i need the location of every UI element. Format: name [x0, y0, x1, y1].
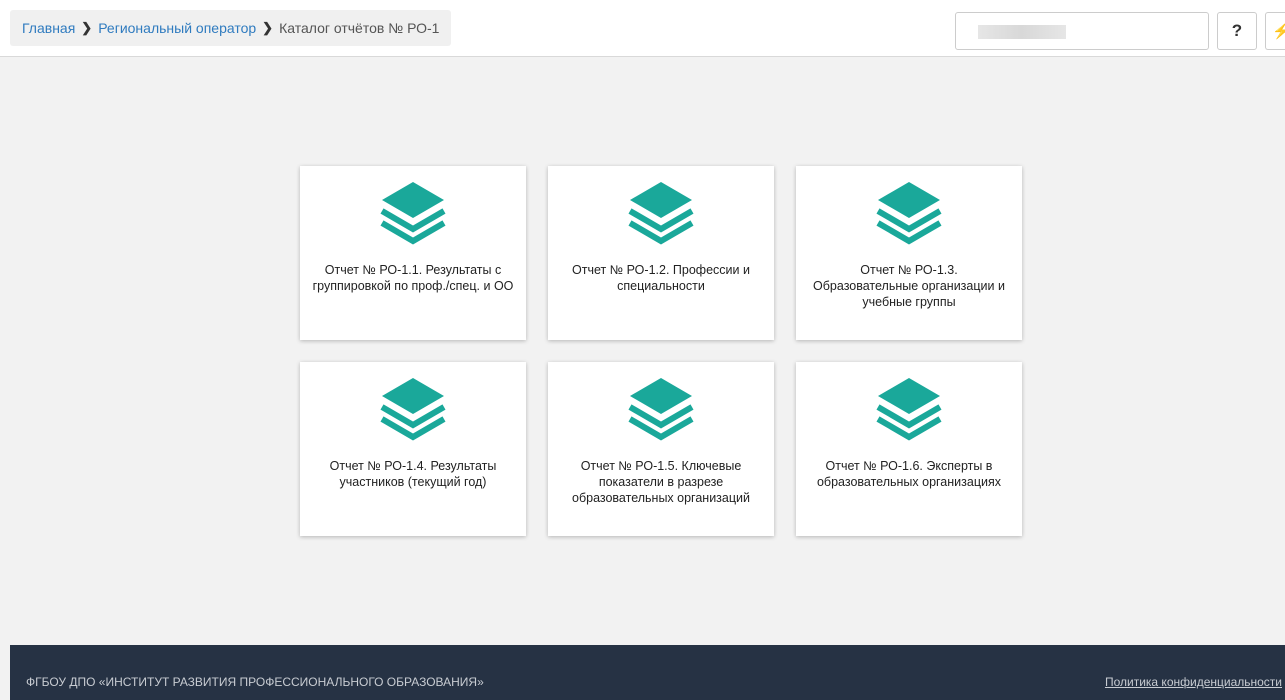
- report-card-4[interactable]: Отчет № РО-1.4. Результаты участников (т…: [300, 362, 526, 536]
- help-button[interactable]: ?: [1217, 12, 1257, 50]
- redacted-text: [978, 25, 1066, 39]
- report-card-1[interactable]: Отчет № РО-1.1. Результаты с группировко…: [300, 166, 526, 340]
- report-card-6[interactable]: Отчет № РО-1.6. Эксперты в образовательн…: [796, 362, 1022, 536]
- extra-button[interactable]: ⚡: [1265, 12, 1285, 50]
- breadcrumb-home[interactable]: Главная: [22, 20, 75, 36]
- lightning-icon: ⚡: [1272, 22, 1285, 40]
- top-bar: Главная ❯ Региональный оператор ❯ Катало…: [0, 0, 1285, 57]
- layers-icon: [628, 182, 694, 245]
- report-card-label: Отчет № РО-1.2. Профессии и специальност…: [572, 263, 750, 293]
- layers-icon: [380, 182, 446, 245]
- footer: ФГБОУ ДПО «ИНСТИТУТ РАЗВИТИЯ ПРОФЕССИОНА…: [10, 645, 1285, 700]
- search-input[interactable]: [955, 12, 1209, 50]
- layers-icon: [628, 378, 694, 441]
- privacy-policy-link[interactable]: Политика конфиденциальности: [1105, 675, 1282, 689]
- footer-organization: ФГБОУ ДПО «ИНСТИТУТ РАЗВИТИЯ ПРОФЕССИОНА…: [26, 675, 484, 689]
- breadcrumb: Главная ❯ Региональный оператор ❯ Катало…: [10, 10, 452, 46]
- report-card-label: Отчет № РО-1.3. Образовательные организа…: [813, 263, 1005, 309]
- chevron-right-icon: ❯: [81, 20, 93, 35]
- report-card-5[interactable]: Отчет № РО-1.5. Ключевые показатели в ра…: [548, 362, 774, 536]
- layers-icon: [876, 378, 942, 441]
- report-card-label: Отчет № РО-1.6. Эксперты в образовательн…: [816, 459, 1001, 489]
- report-card-3[interactable]: Отчет № РО-1.3. Образовательные организа…: [796, 166, 1022, 340]
- report-card-label: Отчет № РО-1.1. Результаты с группировко…: [312, 263, 514, 293]
- layers-icon: [380, 378, 446, 441]
- report-card-label: Отчет № РО-1.5. Ключевые показатели в ра…: [572, 459, 750, 505]
- report-card-2[interactable]: Отчет № РО-1.2. Профессии и специальност…: [548, 166, 774, 340]
- layers-icon: [876, 182, 942, 245]
- chevron-right-icon: ❯: [262, 20, 274, 35]
- breadcrumb-regional-operator[interactable]: Региональный оператор: [98, 20, 256, 36]
- report-card-label: Отчет № РО-1.4. Результаты участников (т…: [329, 459, 497, 489]
- breadcrumb-current: Каталог отчётов № РО-1: [279, 20, 440, 36]
